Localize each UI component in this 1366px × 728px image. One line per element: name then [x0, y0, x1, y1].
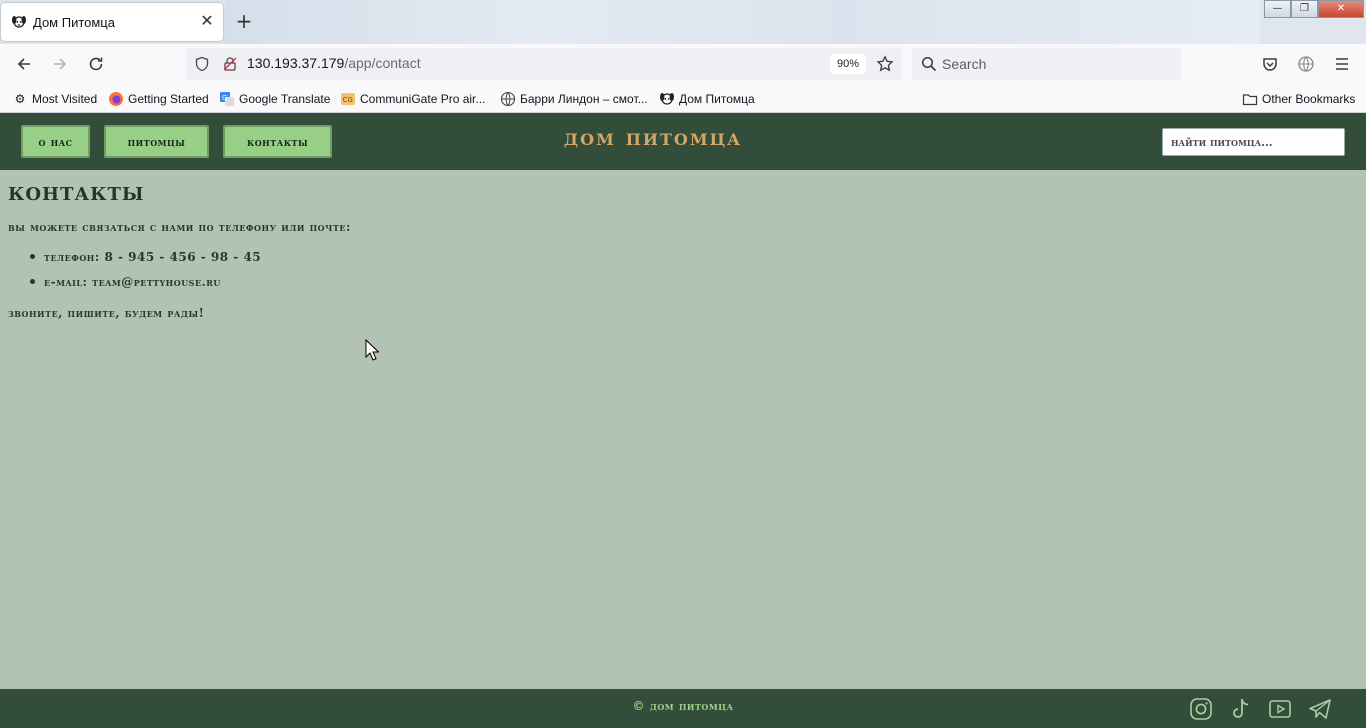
bookmark-label: Барри Линдон – смот...: [520, 92, 648, 106]
pet-icon: [660, 93, 674, 105]
svg-text:CG: CG: [343, 96, 353, 104]
telegram-icon[interactable]: [1307, 696, 1333, 722]
contact-intro: Вы можете связаться с нами по телефону и…: [8, 220, 351, 234]
contact-email: E-mail: team@pettyhouse.ru: [30, 269, 351, 294]
bookmark-label: CommuniGate Pro air...: [360, 92, 486, 106]
other-bookmarks-folder[interactable]: Other Bookmarks: [1242, 90, 1355, 108]
translate-icon: G: [220, 92, 234, 106]
globe-icon: [500, 91, 516, 107]
footer-copyright: © Дом Питомца: [632, 699, 734, 713]
tab-title: Дом Питомца: [33, 14, 115, 30]
close-window-button[interactable]: ✕: [1318, 0, 1364, 18]
svg-text:G: G: [222, 94, 227, 102]
bookmark-label: Getting Started: [128, 92, 209, 106]
browser-search-placeholder: Search: [942, 56, 987, 72]
page-title: Контакты: [8, 177, 145, 206]
pet-favicon-icon: [12, 16, 26, 28]
instagram-icon[interactable]: [1188, 696, 1214, 722]
contacts-list: Телефон: 8 - 945 - 456 - 98 - 45 E-mail:…: [30, 244, 351, 294]
nav-button-contacts[interactable]: Контакты: [223, 125, 332, 158]
address-bar[interactable]: 130.193.37.179/app/contact 90%: [186, 48, 902, 80]
url-host: 130.193.37.179: [247, 55, 345, 71]
site-footer: © Дом Питомца: [0, 689, 1366, 728]
back-arrow-icon[interactable]: [14, 54, 34, 74]
mouse-cursor-icon: [365, 339, 379, 361]
browser-search-bar[interactable]: Search: [912, 48, 1181, 80]
new-tab-icon[interactable]: +: [234, 11, 254, 31]
bookmark-communigate[interactable]: CG CommuniGate Pro air...: [340, 90, 485, 108]
menu-icon[interactable]: [1332, 54, 1352, 74]
browser-titlebar: Дом Питомца ✕ + — ❐ ✕: [0, 0, 1366, 44]
nav-button-about[interactable]: О нас: [21, 125, 90, 158]
extension-globe-icon[interactable]: [1296, 54, 1316, 74]
bookmark-dom-pitomca[interactable]: Дом Питомца: [659, 90, 755, 108]
bookmark-barry-lyndon[interactable]: Барри Линдон – смот...: [500, 90, 648, 108]
bookmark-label: Google Translate: [239, 92, 331, 106]
cg-icon: CG: [341, 93, 355, 105]
bookmark-label: Дом Питомца: [679, 92, 755, 106]
tiktok-icon[interactable]: [1228, 696, 1254, 722]
forward-arrow-icon[interactable]: [50, 54, 70, 74]
url-path: /app/contact: [344, 55, 421, 71]
browser-navbar: 130.193.37.179/app/contact 90% Search: [0, 44, 1366, 84]
minimize-window-button[interactable]: —: [1264, 0, 1291, 18]
reload-icon[interactable]: [86, 54, 106, 74]
gear-icon: ⚙: [14, 92, 26, 106]
bookmark-getting-started[interactable]: Getting Started: [108, 90, 209, 108]
search-icon: [921, 56, 937, 72]
other-bookmarks-label: Other Bookmarks: [1262, 92, 1356, 106]
url-text[interactable]: 130.193.37.179/app/contact: [247, 55, 421, 71]
restore-window-button[interactable]: ❐: [1291, 0, 1318, 18]
window-controls: — ❐ ✕: [1264, 0, 1364, 18]
zoom-level-badge[interactable]: 90%: [830, 54, 866, 74]
bookmark-google-translate[interactable]: G Google Translate: [219, 90, 330, 108]
folder-icon: [1242, 94, 1258, 106]
bookmarks-toolbar: ⚙ Most Visited Getting Started G Google …: [0, 84, 1366, 113]
bookmark-label: Most Visited: [32, 92, 98, 106]
site-logo[interactable]: Дом Питомца: [535, 124, 771, 151]
close-tab-icon[interactable]: ✕: [199, 13, 215, 29]
titlebar-background: [225, 0, 1260, 44]
bookmark-most-visited[interactable]: ⚙ Most Visited: [12, 90, 98, 108]
contact-section: Контакты Вы можете связаться с нами по т…: [8, 177, 351, 321]
youtube-icon[interactable]: [1267, 696, 1293, 722]
pocket-icon[interactable]: [1260, 54, 1280, 74]
firefox-icon: [109, 92, 123, 106]
contact-closing: Звоните, пишите, будем рады!: [8, 306, 205, 320]
nav-button-pets[interactable]: Питомцы: [104, 125, 209, 158]
browser-tab-active[interactable]: Дом Питомца ✕: [1, 3, 223, 41]
shield-icon[interactable]: [194, 56, 210, 72]
bookmark-star-icon[interactable]: [876, 55, 894, 73]
contact-phone: Телефон: 8 - 945 - 456 - 98 - 45: [30, 244, 351, 269]
pet-search-input[interactable]: [1162, 128, 1345, 156]
insecure-lock-icon[interactable]: [222, 56, 238, 72]
